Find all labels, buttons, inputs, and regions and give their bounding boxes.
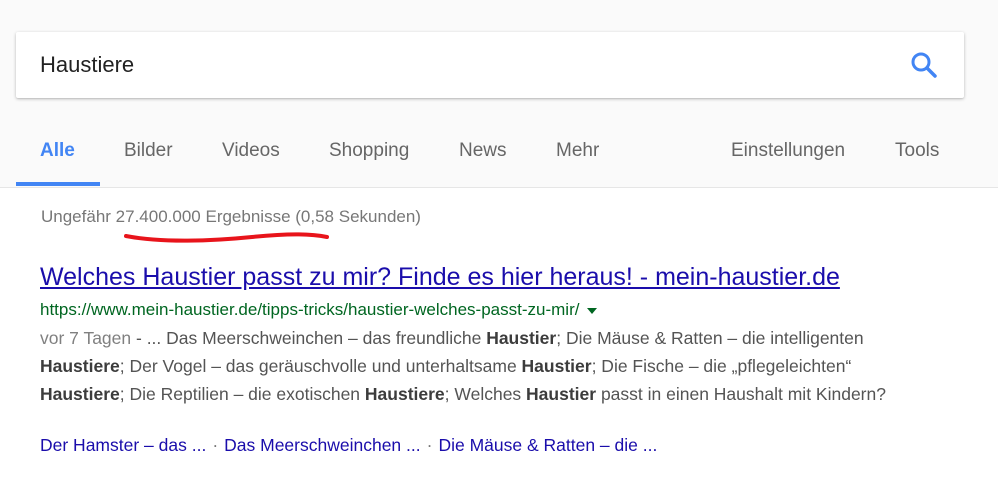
top-bar: Alle Bilder Videos Shopping News Mehr Ei… — [0, 0, 998, 188]
active-tab-indicator — [16, 182, 100, 186]
sitelink-meerschweinchen[interactable]: Das Meerschweinchen ... — [224, 435, 420, 455]
snippet-highlight: Haustier — [486, 328, 557, 348]
tab-mehr[interactable]: Mehr — [556, 140, 599, 162]
tab-tools[interactable]: Tools — [895, 140, 939, 162]
stats-prefix: Ungefähr — [41, 207, 111, 226]
tab-bilder[interactable]: Bilder — [124, 140, 173, 162]
sitelink-separator: · — [212, 435, 219, 455]
result-url-text: https://www.mein-haustier.de/tipps-trick… — [40, 300, 580, 319]
tab-news[interactable]: News — [459, 140, 507, 162]
url-dropdown-arrow-icon[interactable] — [587, 307, 598, 314]
snippet-highlight: Haustiere — [364, 384, 445, 404]
search-tabs: Alle Bilder Videos Shopping News Mehr Ei… — [16, 120, 976, 187]
sitelink-hamster[interactable]: Der Hamster – das ... — [40, 435, 206, 455]
search-box[interactable] — [16, 32, 964, 98]
result-snippet: vor 7 Tagen - ... Das Meerschweinchen – … — [40, 324, 940, 408]
sitelink-separator: · — [426, 435, 433, 455]
snippet-highlight: Haustiere — [40, 384, 120, 404]
snippet-highlight: Haustier — [526, 384, 597, 404]
result-date: vor 7 Tagen — [40, 328, 132, 348]
snippet-segment: ; Die Mäuse & Ratten – die intelligenten — [556, 328, 864, 348]
snippet-segment: ; Welches — [444, 384, 527, 404]
search-icon — [911, 52, 937, 78]
result-sitelinks: Der Hamster – das ... · Das Meerschweinche… — [40, 435, 657, 456]
search-button[interactable] — [908, 49, 940, 81]
snippet-highlight: Haustiere — [40, 356, 120, 376]
sitelink-maeuse-ratten[interactable]: Die Mäuse & Ratten – die ... — [438, 435, 657, 455]
tab-alle[interactable]: Alle — [40, 140, 75, 162]
result-title-link[interactable]: Welches Haustier passt zu mir? Finde es … — [40, 263, 840, 292]
search-input[interactable] — [40, 52, 880, 78]
tab-videos[interactable]: Videos — [222, 140, 280, 162]
stats-time: (0,58 Sekunden) — [295, 207, 421, 226]
snippet-highlight: Haustier — [521, 356, 592, 376]
result-stats: Ungefähr 27.400.000 Ergebnisse (0,58 Sek… — [41, 207, 421, 227]
red-underline-annotation — [124, 232, 329, 243]
snippet-segment: ; Die Fische – die „pflegeleichten“ — [591, 356, 852, 376]
tab-shopping[interactable]: Shopping — [329, 140, 409, 162]
snippet-segment: ; Die Reptilien – die exotischen — [119, 384, 365, 404]
snippet-segment: passt in einen Haushalt mit Kindern? — [596, 384, 886, 404]
snippet-segment: ; Der Vogel – das geräuschvolle und unte… — [119, 356, 522, 376]
stats-count: 27.400.000 Ergebnisse — [115, 207, 291, 226]
result-url: https://www.mein-haustier.de/tipps-trick… — [40, 300, 598, 320]
tab-einstellungen[interactable]: Einstellungen — [731, 140, 845, 162]
snippet-segment: - ... Das Meerschweinchen – das freundli… — [131, 328, 487, 348]
snippet-text: - ... Das Meerschweinchen – das freundli… — [40, 328, 886, 404]
